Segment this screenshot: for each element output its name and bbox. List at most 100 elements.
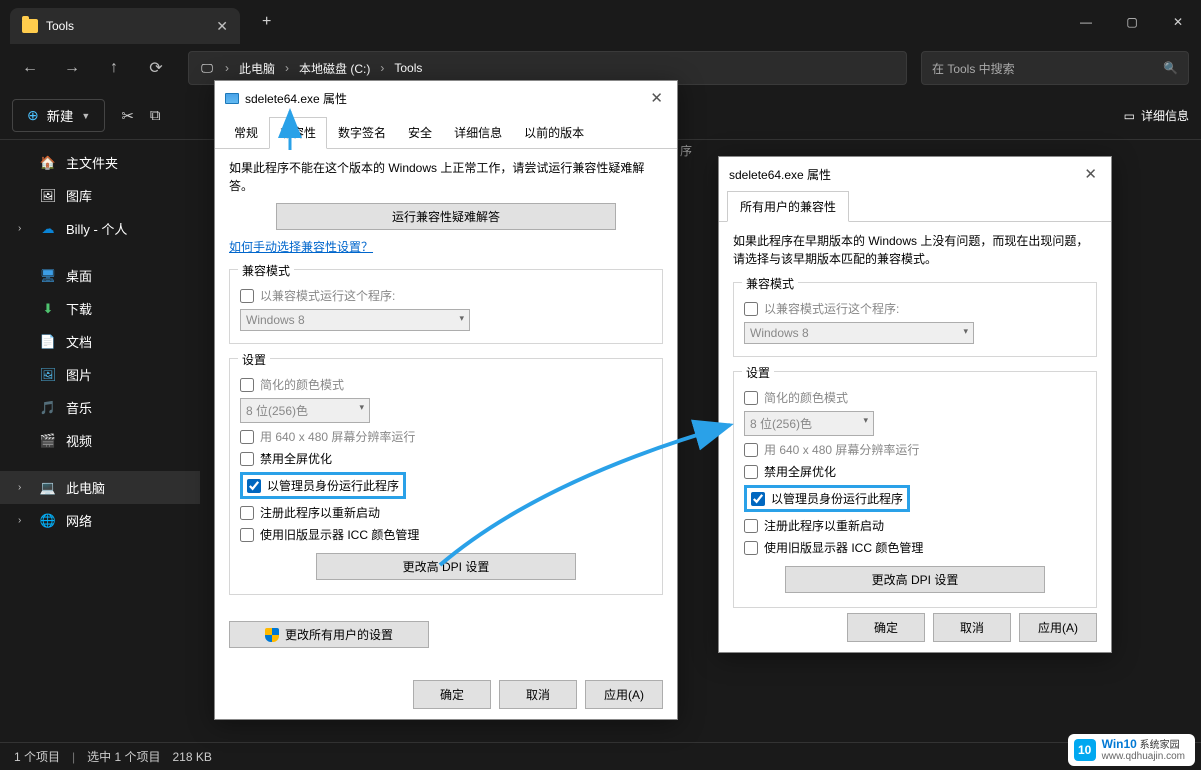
- tab-previous[interactable]: 以前的版本: [513, 117, 595, 148]
- tab-all-users-compat[interactable]: 所有用户的兼容性: [727, 191, 849, 222]
- dialog-close-button[interactable]: ✕: [1080, 165, 1101, 183]
- settings-group: 设置 简化的颜色模式 8 位(256)色▾ 用 640 x 480 屏幕分辨率运…: [229, 358, 663, 595]
- res640-checkbox[interactable]: 用 640 x 480 屏幕分辨率运行: [744, 441, 1086, 458]
- tab-general[interactable]: 常规: [223, 117, 269, 148]
- plus-icon: ⊕: [27, 107, 39, 124]
- tab-signature[interactable]: 数字签名: [327, 117, 397, 148]
- high-dpi-button[interactable]: 更改高 DPI 设置: [316, 553, 576, 580]
- group-label: 兼容模式: [742, 275, 798, 292]
- apply-button[interactable]: 应用(A): [585, 680, 663, 709]
- reduced-color-checkbox[interactable]: 简化的颜色模式: [744, 389, 1086, 406]
- dialog-body: 如果此程序在早期版本的 Windows 上没有问题，而现在出现问题，请选择与该早…: [719, 222, 1111, 618]
- register-restart-checkbox[interactable]: 注册此程序以重新启动: [240, 504, 652, 521]
- maximize-button[interactable]: ▢: [1109, 4, 1155, 40]
- settings-group: 设置 简化的颜色模式 8 位(256)色▾ 用 640 x 480 屏幕分辨率运…: [733, 371, 1097, 608]
- sidebar-item-network[interactable]: ›🌐网络: [0, 504, 200, 537]
- new-tab-button[interactable]: +: [254, 9, 279, 35]
- troubleshoot-button[interactable]: 运行兼容性疑难解答: [276, 203, 616, 230]
- manual-settings-link[interactable]: 如何手动选择兼容性设置？: [229, 238, 373, 255]
- high-dpi-button[interactable]: 更改高 DPI 设置: [785, 566, 1045, 593]
- dialog-tabs: 所有用户的兼容性: [719, 191, 1111, 222]
- compat-mode-checkbox[interactable]: 以兼容模式运行这个程序:: [744, 300, 1086, 317]
- run-as-admin-checkbox[interactable]: 以管理员身份运行此程序: [247, 477, 399, 494]
- disable-fullscreen-checkbox[interactable]: 禁用全屏优化: [744, 463, 1086, 480]
- sidebar-item-music[interactable]: 🎵音乐: [0, 391, 200, 424]
- reduced-color-checkbox[interactable]: 简化的颜色模式: [240, 376, 652, 393]
- color-mode-dropdown[interactable]: 8 位(256)色▾: [240, 398, 370, 423]
- compat-mode-checkbox[interactable]: 以兼容模式运行这个程序:: [240, 287, 652, 304]
- window-tab[interactable]: Tools ✕: [10, 8, 240, 44]
- group-label: 设置: [238, 351, 270, 368]
- new-button[interactable]: ⊕ 新建 ▼: [12, 99, 105, 132]
- sidebar-item-videos[interactable]: 🎬视频: [0, 424, 200, 457]
- search-input[interactable]: 在 Tools 中搜索 🔍: [921, 51, 1189, 85]
- new-label: 新建: [47, 106, 74, 125]
- group-label: 设置: [742, 364, 774, 381]
- run-as-admin-checkbox[interactable]: 以管理员身份运行此程序: [751, 490, 903, 507]
- sidebar-item-downloads[interactable]: ⬇下载: [0, 292, 200, 325]
- watermark-icon: 10: [1074, 739, 1096, 761]
- sidebar-item-documents[interactable]: 📄文档: [0, 325, 200, 358]
- refresh-button[interactable]: ⟳: [138, 50, 174, 86]
- disable-fullscreen-checkbox[interactable]: 禁用全屏优化: [240, 450, 652, 467]
- cancel-button[interactable]: 取消: [933, 613, 1011, 642]
- details-button[interactable]: ▭ 详细信息: [1124, 107, 1189, 124]
- tab-title: Tools: [46, 19, 74, 33]
- breadcrumb-disk[interactable]: 本地磁盘 (C:): [299, 60, 370, 77]
- dialog-title-bar[interactable]: sdelete64.exe 属性 ✕: [215, 81, 677, 115]
- dialog-close-button[interactable]: ✕: [646, 89, 667, 107]
- titlebar: Tools ✕ + — ▢ ✕: [0, 0, 1201, 44]
- compat-os-dropdown[interactable]: Windows 8▾: [240, 309, 470, 331]
- music-icon: 🎵: [40, 400, 56, 416]
- sidebar-item-gallery[interactable]: 🖼图库: [0, 179, 200, 212]
- sidebar-item-desktop[interactable]: 🖥桌面: [0, 259, 200, 292]
- dialog-footer: 确定 取消 应用(A): [215, 680, 677, 709]
- up-button[interactable]: ↑: [96, 50, 132, 86]
- chevron-right-icon: ›: [225, 61, 229, 75]
- forward-button[interactable]: →: [54, 50, 90, 86]
- sidebar-item-pictures[interactable]: 🖼图片: [0, 358, 200, 391]
- dialog-title: sdelete64.exe 属性: [729, 166, 831, 183]
- register-restart-checkbox[interactable]: 注册此程序以重新启动: [744, 517, 1086, 534]
- dialog-tabs: 常规 兼容性 数字签名 安全 详细信息 以前的版本: [215, 117, 677, 149]
- cut-icon[interactable]: ✂: [121, 107, 134, 125]
- desktop-icon: 🖥: [40, 268, 56, 284]
- compat-mode-group: 兼容模式 以兼容模式运行这个程序: Windows 8▾: [229, 269, 663, 344]
- breadcrumb-pc[interactable]: 此电脑: [239, 60, 275, 77]
- res640-checkbox[interactable]: 用 640 x 480 屏幕分辨率运行: [240, 428, 652, 445]
- pc-icon: 💻: [40, 480, 56, 496]
- bg-column-header: 序: [680, 142, 692, 159]
- color-mode-dropdown[interactable]: 8 位(256)色▾: [744, 411, 874, 436]
- search-placeholder: 在 Tools 中搜索: [932, 60, 1015, 77]
- tab-details[interactable]: 详细信息: [443, 117, 513, 148]
- pictures-icon: 🖼: [40, 367, 56, 383]
- back-button[interactable]: ←: [12, 50, 48, 86]
- minimize-button[interactable]: —: [1063, 4, 1109, 40]
- video-icon: 🎬: [40, 433, 56, 449]
- status-items: 1 个项目: [14, 748, 60, 765]
- sidebar-item-onedrive[interactable]: ›☁Billy - 个人: [0, 212, 200, 245]
- legacy-icc-checkbox[interactable]: 使用旧版显示器 ICC 颜色管理: [744, 539, 1086, 556]
- dialog-title: sdelete64.exe 属性: [245, 90, 347, 107]
- admin-highlight: 以管理员身份运行此程序: [240, 472, 406, 499]
- sidebar-item-home[interactable]: 🏠主文件夹: [0, 146, 200, 179]
- ok-button[interactable]: 确定: [413, 680, 491, 709]
- watermark: 10 Win10 系统家园 www.qdhuajin.com: [1068, 734, 1195, 766]
- apply-button[interactable]: 应用(A): [1019, 613, 1097, 642]
- breadcrumb-folder[interactable]: Tools: [394, 61, 422, 75]
- close-window-button[interactable]: ✕: [1155, 4, 1201, 40]
- tab-security[interactable]: 安全: [397, 117, 443, 148]
- copy-icon[interactable]: ⧉: [150, 107, 161, 124]
- tab-compatibility[interactable]: 兼容性: [269, 117, 327, 149]
- ok-button[interactable]: 确定: [847, 613, 925, 642]
- admin-highlight: 以管理员身份运行此程序: [744, 485, 910, 512]
- status-bar: 1 个项目 | 选中 1 个项目 218 KB: [0, 742, 1201, 770]
- dialog-title-bar[interactable]: sdelete64.exe 属性 ✕: [719, 157, 1111, 191]
- change-all-users-button[interactable]: 更改所有用户的设置: [229, 621, 429, 648]
- tab-close-button[interactable]: ✕: [216, 18, 228, 35]
- compat-os-dropdown[interactable]: Windows 8▾: [744, 322, 974, 344]
- sidebar-item-this-pc[interactable]: ›💻此电脑: [0, 471, 200, 504]
- cancel-button[interactable]: 取消: [499, 680, 577, 709]
- legacy-icc-checkbox[interactable]: 使用旧版显示器 ICC 颜色管理: [240, 526, 652, 543]
- all-users-properties-dialog: sdelete64.exe 属性 ✕ 所有用户的兼容性 如果此程序在早期版本的 …: [718, 156, 1112, 653]
